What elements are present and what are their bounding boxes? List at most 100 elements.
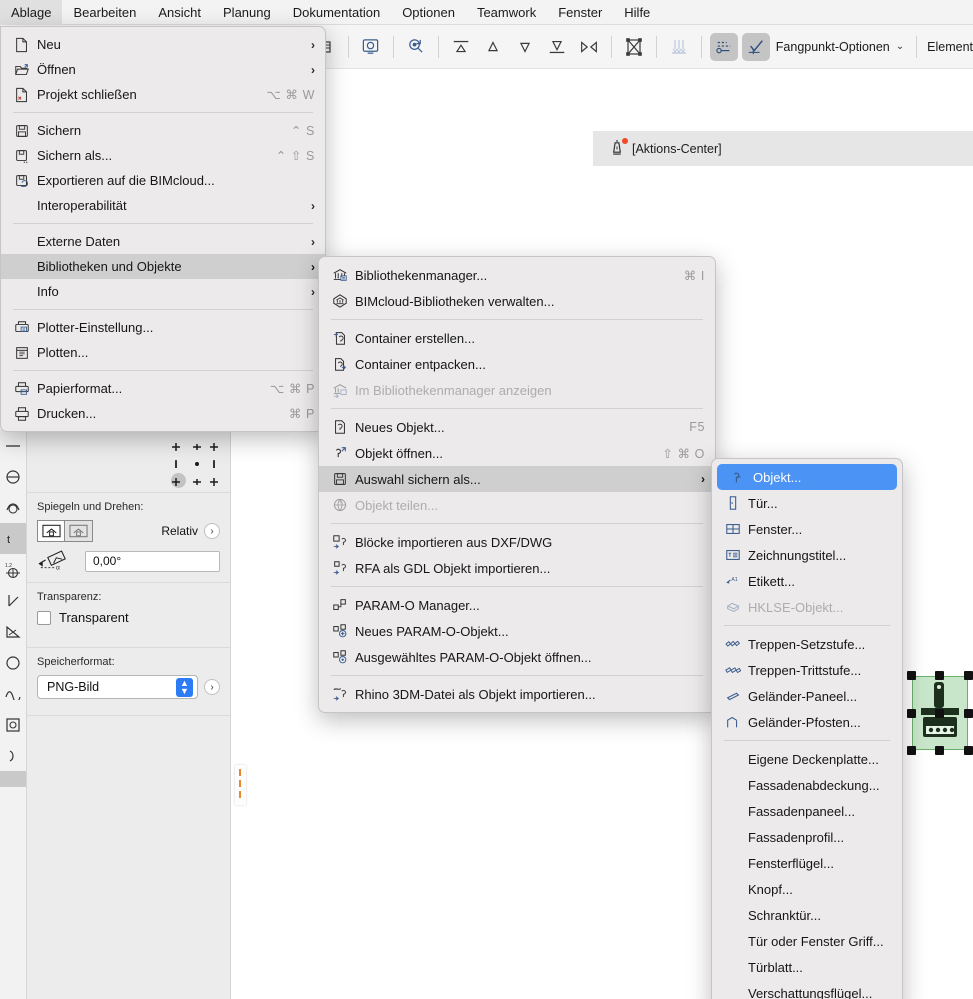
menu-item-neues-param-o-objekt[interactable]: Neues PARAM-O-Objekt... xyxy=(319,618,715,644)
stepper-icon[interactable]: ▲ ▼ xyxy=(176,677,193,697)
menu-item-schranktur[interactable]: Schranktür... xyxy=(712,902,902,928)
chevron-right-icon[interactable]: › xyxy=(204,523,220,539)
menubar-item-planung[interactable]: Planung xyxy=(212,0,282,25)
menu-item-interoperabilitat[interactable]: Interoperabilität › xyxy=(1,193,325,218)
menu-item-objekt[interactable]: Objekt... xyxy=(717,464,897,490)
menu-item-auswahl-sichern-als[interactable]: Auswahl sichern als... › xyxy=(319,466,715,492)
tool-curve-icon[interactable] xyxy=(0,678,26,709)
save-format-select[interactable]: PNG-Bild ▲ ▼ xyxy=(37,675,198,699)
chevron-down-icon[interactable]: ⌄ xyxy=(896,41,904,52)
menu-item-bibliothekenmanager[interactable]: Bibliothekenmanager... ⌘ I xyxy=(319,262,715,288)
anchor-point-grid[interactable] xyxy=(171,443,218,488)
menu-item-drucken[interactable]: Drucken... ⌘ P xyxy=(1,401,325,426)
menubar-item-bearbeiten[interactable]: Bearbeiten xyxy=(62,0,147,25)
gravity-icon[interactable] xyxy=(665,33,693,61)
menubar-item-dokumentation[interactable]: Dokumentation xyxy=(282,0,391,25)
menu-item-objekt-offnen[interactable]: Objekt öffnen... ⇧ ⌘ O xyxy=(319,440,715,466)
selected-object[interactable] xyxy=(907,671,973,755)
menu-item-verschattungsflugel[interactable]: Verschattungsflügel... xyxy=(712,980,902,999)
align-top-icon[interactable] xyxy=(447,33,475,61)
menubar-item-teamwork[interactable]: Teamwork xyxy=(466,0,547,25)
menu-item-fassadenabdeckung[interactable]: Fassadenabdeckung... xyxy=(712,772,902,798)
menu-item-externe-daten[interactable]: Externe Daten › xyxy=(1,229,325,254)
menu-item-exportieren-auf-die-bimcloud[interactable]: Exportieren auf die BIMcloud... xyxy=(1,168,325,193)
tool-figure-icon[interactable] xyxy=(0,709,26,740)
menu-bibliotheken-und-objekte[interactable]: Bibliothekenmanager... ⌘ I BIMcloud-Biblio… xyxy=(318,256,716,713)
mirror-horizontal-button[interactable] xyxy=(37,520,65,542)
menubar-item-fenster[interactable]: Fenster xyxy=(547,0,613,25)
menubar-item-ablage[interactable]: Ablage xyxy=(0,0,63,25)
tool-circle-icon[interactable] xyxy=(0,647,26,678)
drawing-title-icon xyxy=(722,547,743,563)
menu-item-param-o-manager[interactable]: PARAM-O Manager... xyxy=(319,592,715,618)
menu-item-treppen-setzstufe[interactable]: Treppen-Setzstufe... xyxy=(712,631,902,657)
transparent-checkbox[interactable] xyxy=(37,610,51,625)
element-label[interactable]: Element xyxy=(927,40,973,54)
align-down-icon[interactable] xyxy=(511,33,539,61)
menu-item-tur-oder-fenster-griff[interactable]: Tür oder Fenster Griff... xyxy=(712,928,902,954)
menu-item-ausgewahltes-param-o-objekt-offnen[interactable]: Ausgewähltes PARAM-O-Objekt öffnen... xyxy=(319,644,715,670)
save-format-more-icon[interactable]: › xyxy=(204,679,220,695)
menu-item-rfa-als-gdl-objekt-importieren[interactable]: RFA als GDL Objekt importieren... xyxy=(319,555,715,581)
menubar-item-ansicht[interactable]: Ansicht xyxy=(147,0,212,25)
tool-zone-icon[interactable] xyxy=(0,616,26,647)
menu-item-container-erstellen[interactable]: Container erstellen... xyxy=(319,325,715,351)
tool-fill-icon[interactable] xyxy=(0,740,26,771)
menu-item-turblatt[interactable]: Türblatt... xyxy=(712,954,902,980)
tool-angle-icon[interactable] xyxy=(0,585,26,616)
menu-auswahl-sichern-als[interactable]: Objekt... Tür... Fenster... Zeichnungstitel… xyxy=(711,458,903,999)
menubar-item-optionen[interactable]: Optionen xyxy=(391,0,466,25)
menu-item-etikett[interactable]: A1 Etikett... xyxy=(712,568,902,594)
open-folder-icon xyxy=(11,62,32,78)
tool-line-icon[interactable] xyxy=(0,430,26,461)
menu-item-offnen[interactable]: Öffnen › xyxy=(1,57,325,82)
mirror-vertical-button[interactable] xyxy=(65,520,93,542)
menu-item-sichern-als[interactable]: Sichern als... ⌃ ⇧ S xyxy=(1,143,325,168)
menu-item-plotten[interactable]: Plotten... xyxy=(1,340,325,365)
menu-item-plotter-einstellung[interactable]: Plotter-Einstellung... xyxy=(1,315,325,340)
snap-guide-icon[interactable] xyxy=(709,32,738,61)
menu-item-treppen-trittstufe[interactable]: Treppen-Trittstufe... xyxy=(712,657,902,683)
menu-item-bibliotheken-und-objekte[interactable]: Bibliotheken und Objekte › xyxy=(1,254,325,279)
snap-point-icon[interactable] xyxy=(741,32,770,61)
tool-object-selected[interactable]: t xyxy=(0,523,26,554)
menu-item-knopf[interactable]: Knopf... xyxy=(712,876,902,902)
align-up-icon[interactable] xyxy=(479,33,507,61)
menu-item-sichern[interactable]: Sichern ⌃ S xyxy=(1,118,325,143)
menu-item-label: Etikett... xyxy=(748,573,795,589)
menu-item-blocke-importieren-aus-dxf-dwg[interactable]: Blöcke importieren aus DXF/DWG xyxy=(319,529,715,555)
menu-item-fensterflugel[interactable]: Fensterflügel... xyxy=(712,850,902,876)
tab-action-center[interactable]: [Aktions-Center] xyxy=(593,131,738,166)
tool-spline-icon[interactable] xyxy=(0,492,26,523)
menu-item-fassadenprofil[interactable]: Fassadenprofil... xyxy=(712,824,902,850)
menu-item-gelander-paneel[interactable]: Geländer-Paneel... xyxy=(712,683,902,709)
find-select-icon[interactable] xyxy=(402,33,430,61)
menu-item-fassadenpaneel[interactable]: Fassadenpaneel... xyxy=(712,798,902,824)
boundary-box-icon[interactable] xyxy=(620,33,648,61)
align-bottom-icon[interactable] xyxy=(543,33,571,61)
menu-item-container-entpacken[interactable]: Container entpacken... xyxy=(319,351,715,377)
menu-item-gelander-pfosten[interactable]: Geländer-Pfosten... xyxy=(712,709,902,735)
menu-item-tur[interactable]: Tür... xyxy=(712,490,902,516)
menu-item-fenster[interactable]: Fenster... xyxy=(712,516,902,542)
menu-item-papierformat[interactable]: Papierformat... ⌥ ⌘ P xyxy=(1,376,325,401)
chevron-right-icon: › xyxy=(311,62,315,77)
menu-separator xyxy=(331,523,703,524)
snap-options-label[interactable]: Fangpunkt-Optionen xyxy=(776,40,890,54)
menu-item-eigene-deckenplatte[interactable]: Eigene Deckenplatte... xyxy=(712,746,902,772)
menubar-item-hilfe[interactable]: Hilfe xyxy=(613,0,661,25)
tool-arc-icon[interactable] xyxy=(0,461,26,492)
relative-toggle[interactable]: Relativ › xyxy=(161,523,220,539)
rotation-angle-input[interactable]: 0,00° xyxy=(85,550,220,572)
menu-item-rhino-3dm-datei-als-objekt-importieren[interactable]: Rhino 3DM-Datei als Objekt importieren..… xyxy=(319,681,715,707)
distribute-icon[interactable] xyxy=(575,33,603,61)
menu-item-info[interactable]: Info › xyxy=(1,279,325,304)
menu-item-neues-objekt[interactable]: Neues Objekt... F5 xyxy=(319,414,715,440)
publisher-icon[interactable] xyxy=(357,33,385,61)
menu-item-neu[interactable]: Neu › xyxy=(1,32,325,57)
tool-dimension-icon[interactable]: 1.2 xyxy=(0,554,26,585)
menu-ablage[interactable]: Neu › Öffnen › Projekt schließen ⌥ ⌘ W Sichern… xyxy=(0,26,326,432)
menu-item-bimcloud-bibliotheken-verwalten[interactable]: BIMcloud-Bibliotheken verwalten... xyxy=(319,288,715,314)
menu-item-projekt-schliessen[interactable]: Projekt schließen ⌥ ⌘ W xyxy=(1,82,325,107)
menu-item-zeichnungstitel[interactable]: Zeichnungstitel... xyxy=(712,542,902,568)
